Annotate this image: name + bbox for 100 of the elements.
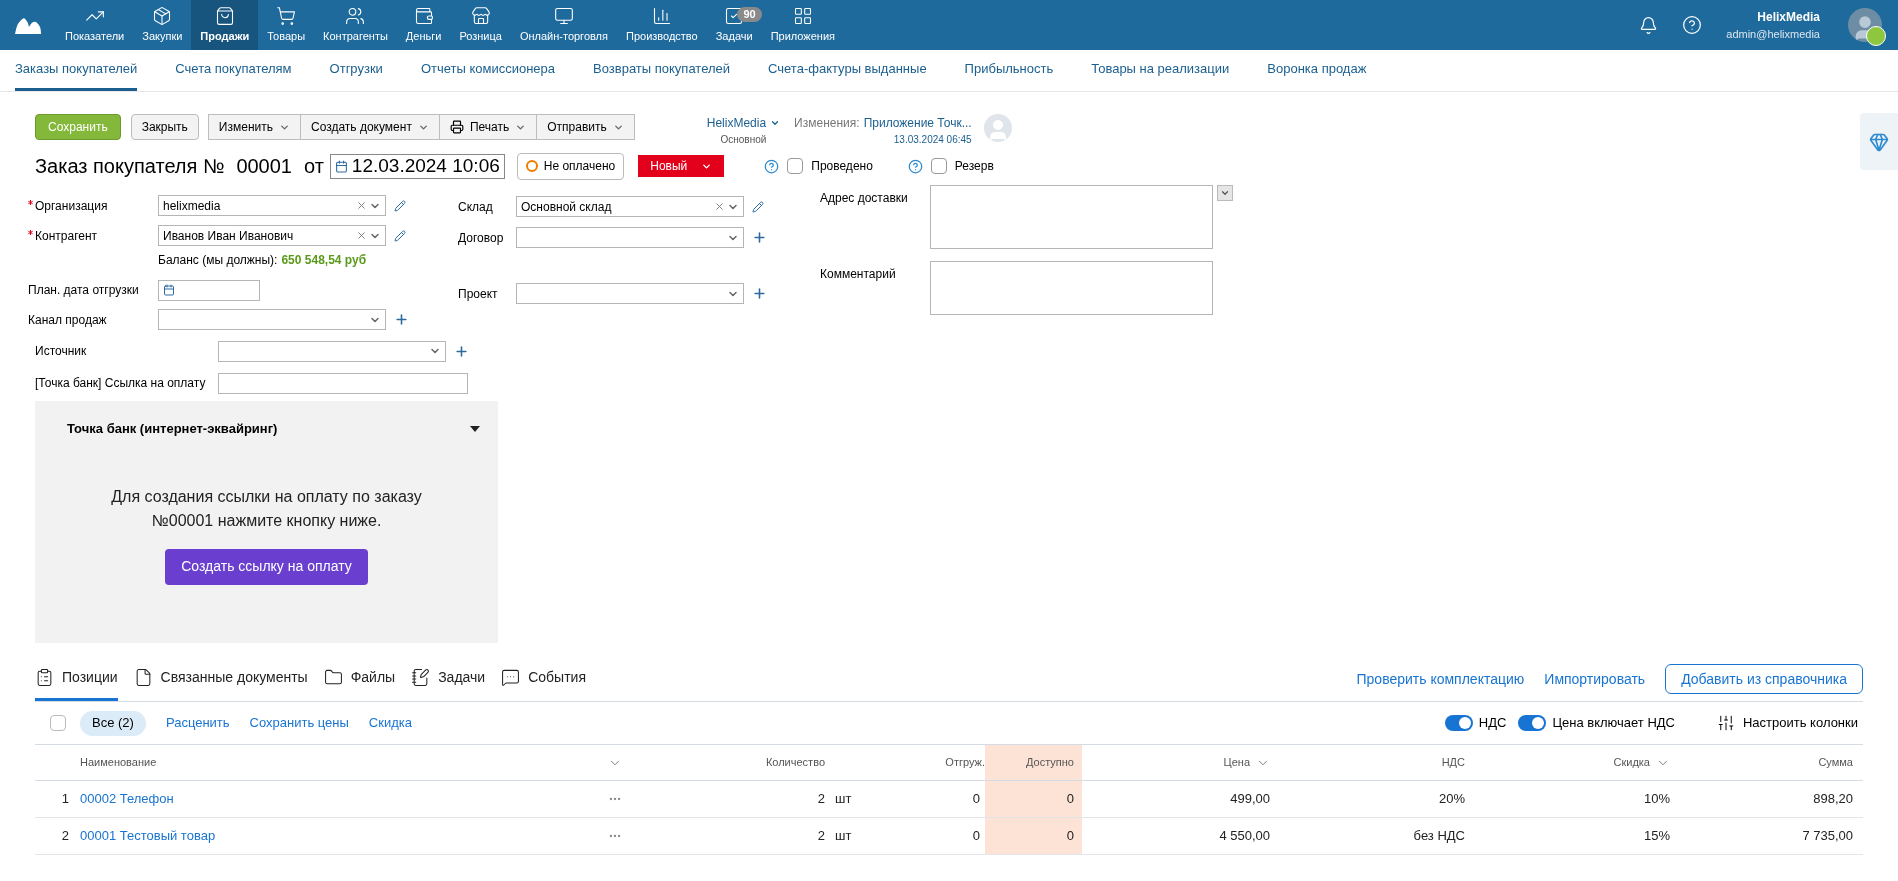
chat-icon <box>501 668 521 687</box>
nav-item[interactable]: Онлайн-торговля <box>510 0 617 50</box>
nav-item[interactable]: Продажи <box>191 0 259 50</box>
section-tab[interactable]: Товары на реализации <box>1091 50 1230 91</box>
date-field[interactable] <box>158 279 260 301</box>
action-link[interactable]: Проверить комплектацию <box>1356 668 1525 690</box>
menu-button[interactable]: Изменить <box>207 114 301 140</box>
collapse-icon[interactable] <box>470 425 480 432</box>
add-icon[interactable] <box>454 343 469 359</box>
action-link[interactable]: Импортировать <box>1544 668 1646 690</box>
side-panel-button[interactable] <box>1860 113 1898 170</box>
section-tab[interactable]: Воронка продаж <box>1267 50 1367 91</box>
section-tab[interactable]: Счета покупателям <box>175 50 292 91</box>
checkbox-label: Резерв <box>954 158 994 175</box>
menu-button[interactable]: Создать документ <box>300 114 440 140</box>
add-icon[interactable] <box>394 312 409 328</box>
help-icon[interactable] <box>907 158 923 174</box>
section-tab[interactable]: Возвраты покупателей <box>593 50 731 91</box>
filter-chip[interactable]: Все (2) <box>80 710 146 736</box>
logo-icon <box>13 15 43 35</box>
menu-button[interactable]: Отправить <box>536 114 635 140</box>
column-header[interactable]: Скидка <box>1613 754 1650 771</box>
clear-icon[interactable] <box>714 201 725 212</box>
payment-status-button[interactable]: Не оплачено <box>516 152 625 180</box>
section-tab[interactable]: Отчеты комиссионера <box>420 50 556 91</box>
action-link[interactable]: Сохранить цены <box>249 713 349 733</box>
columns-settings-icon[interactable] <box>1717 714 1735 732</box>
clear-icon[interactable] <box>356 230 367 242</box>
select-field[interactable] <box>218 340 446 362</box>
table-cell-text: 499,00 <box>1229 790 1271 809</box>
select-field[interactable]: helixmedia <box>158 195 386 217</box>
changes-link[interactable]: Приложение Точк... <box>863 114 972 132</box>
table-cell-text: 0 <box>971 827 981 846</box>
toggle-switch[interactable] <box>1444 715 1473 731</box>
checkbox[interactable] <box>930 158 947 174</box>
nav-item[interactable]: Деньги <box>396 0 451 50</box>
column-header[interactable]: Наименование <box>80 754 157 771</box>
text-area[interactable] <box>930 261 1213 315</box>
action-link[interactable]: Скидка <box>368 713 412 733</box>
section-tab[interactable]: Заказы покупателей <box>15 50 138 91</box>
create-link-button[interactable]: Создать ссылку на оплату <box>165 548 368 585</box>
help-icon[interactable] <box>764 158 780 174</box>
tab[interactable]: Связанные документы <box>133 657 308 701</box>
checkbox[interactable] <box>787 158 804 174</box>
column-header[interactable]: Отгруж. <box>945 754 985 771</box>
nav-item[interactable]: Контрагенты <box>314 0 397 50</box>
select-field[interactable]: Иванов Иван Иванович <box>158 225 386 247</box>
select-field[interactable] <box>516 227 744 248</box>
product-link[interactable]: 00001 Тестовый товар <box>75 826 590 846</box>
notifications-icon[interactable] <box>1639 15 1659 35</box>
tab[interactable]: Файлы <box>323 657 396 701</box>
caret-icon[interactable] <box>770 118 781 128</box>
expand-button[interactable] <box>1217 185 1233 201</box>
section-tab[interactable]: Отгрузки <box>329 50 383 91</box>
edit-icon[interactable] <box>752 200 764 213</box>
product-link[interactable]: 00002 Телефон <box>75 789 590 809</box>
tab[interactable]: Позиции <box>35 657 118 701</box>
status-button[interactable]: Новый <box>638 155 725 177</box>
nav-item[interactable]: Розница <box>450 0 511 50</box>
clear-icon[interactable] <box>356 200 367 212</box>
table-cell-text: 0 <box>971 790 981 809</box>
bar-chart-icon <box>651 5 672 26</box>
close-button[interactable]: Закрыть <box>130 114 199 140</box>
text-area[interactable] <box>930 185 1213 249</box>
column-header[interactable]: Сумма <box>1818 754 1853 771</box>
column-header[interactable]: Количество <box>765 754 825 771</box>
owner-name[interactable]: HelixMedia <box>706 114 767 132</box>
nav-item[interactable]: Задачи 90 <box>706 0 762 50</box>
changes-date: 13.03.2024 06:45 <box>893 133 972 147</box>
edit-icon[interactable] <box>394 229 406 242</box>
select-field[interactable]: Основной склад <box>516 196 744 217</box>
nav-item[interactable]: Показатели <box>56 0 134 50</box>
nav-item[interactable]: Товары <box>258 0 315 50</box>
section-tab[interactable]: Счета-фактуры выданные <box>768 50 927 91</box>
table-cell-text: 2 <box>816 827 825 846</box>
menu-button[interactable]: Печать <box>438 114 538 140</box>
wallet-icon <box>413 5 434 26</box>
toggle-switch[interactable] <box>1518 715 1547 731</box>
nav-item[interactable]: Приложения <box>761 0 844 50</box>
add-icon[interactable] <box>752 230 767 245</box>
select-field[interactable] <box>158 309 386 331</box>
field-label: Адрес доставки <box>820 190 908 207</box>
tab[interactable]: Задачи <box>411 657 486 701</box>
row-number: 2 <box>60 827 70 846</box>
checkbox[interactable] <box>50 715 66 731</box>
edit-icon[interactable] <box>394 199 406 212</box>
input-field[interactable] <box>218 372 468 394</box>
add-from-catalog-button[interactable]: Добавить из справочника <box>1665 664 1863 694</box>
column-header[interactable]: НДС <box>1441 754 1465 771</box>
nav-item[interactable]: Производство <box>617 0 707 50</box>
configure-columns-link[interactable]: Настроить колонки <box>1743 713 1858 733</box>
action-link[interactable]: Расценить <box>165 713 230 733</box>
add-icon[interactable] <box>752 286 767 301</box>
column-header[interactable]: Цена <box>1223 754 1250 771</box>
tab[interactable]: События <box>501 657 586 701</box>
table-cell: 0 <box>985 818 1082 854</box>
section-tab[interactable]: Прибыльность <box>964 50 1054 91</box>
date-field[interactable]: 12.03.2024 10:06 <box>329 153 505 179</box>
select-field[interactable] <box>516 283 744 304</box>
nav-item[interactable]: Закупки <box>133 0 192 50</box>
